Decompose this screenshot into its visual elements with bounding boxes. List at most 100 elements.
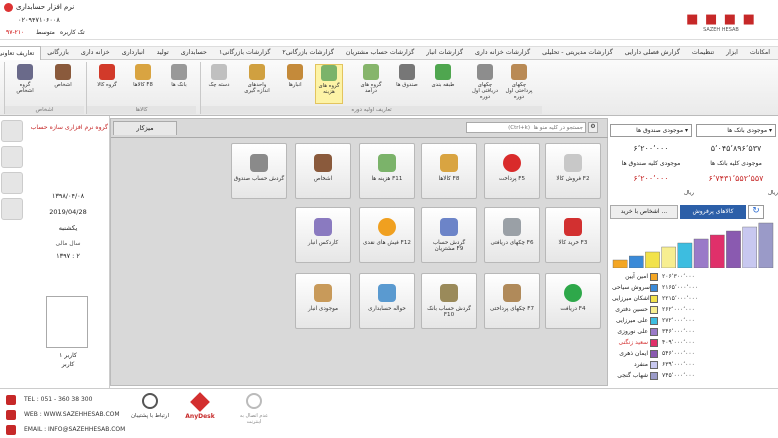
tile-purchase[interactable]: خرید کالا F3 bbox=[545, 207, 601, 263]
tile-sales[interactable]: فروش کالا F2 bbox=[545, 143, 601, 199]
menu-item[interactable]: گزارشات حساب مشتریان bbox=[340, 46, 420, 60]
gear-icon[interactable]: ⚙ bbox=[588, 122, 598, 133]
tile-payment[interactable]: پرداخت F5 bbox=[484, 143, 540, 199]
tile-stock-balance[interactable]: موجودی انبار bbox=[295, 273, 351, 329]
cash-balance-dropdown[interactable]: موجودی صندوق ها ▾ bbox=[610, 124, 692, 137]
legend-name: سروش سیاحی bbox=[612, 284, 650, 291]
headset-icon bbox=[142, 393, 158, 409]
safe-icon bbox=[399, 64, 415, 80]
tile-cash-slips[interactable]: فیش های نقدی F12 bbox=[359, 207, 415, 263]
money-icon[interactable] bbox=[1, 198, 23, 220]
menu-item[interactable]: تولید bbox=[151, 46, 175, 60]
version-code: ۹۷-۲۱۰ bbox=[6, 29, 25, 36]
all-cash-label: موجودی کلیه صندوق ها bbox=[621, 160, 681, 167]
voucher-icon bbox=[378, 284, 396, 302]
support-button[interactable]: ارتباط با پشتیبان bbox=[130, 393, 170, 435]
menu-item[interactable]: بازرگانی bbox=[41, 46, 75, 60]
customers-icon bbox=[440, 218, 458, 236]
tab-top-buyers[interactable]: اشخاص با خرید ... bbox=[610, 205, 678, 219]
refresh-icon[interactable]: ↻ bbox=[748, 205, 764, 219]
chart-bar bbox=[677, 242, 693, 268]
legend-name: اشکان میرزایی bbox=[612, 295, 650, 302]
ribbon-btn-banks[interactable]: بانک ها bbox=[165, 64, 193, 104]
tile-bank-turnover[interactable]: گردش حساب بانک F10 bbox=[421, 273, 477, 329]
ribbon-btn-payable-checks[interactable]: چکهای پرداختی اول دوره bbox=[505, 64, 533, 104]
top-buyers-chart bbox=[612, 222, 774, 268]
ribbon-btn-cashboxes[interactable]: صندوق ها bbox=[393, 64, 421, 104]
gear-icon[interactable] bbox=[1, 120, 23, 142]
tile-customer-turnover[interactable]: گردش حساب مشتریان F9 bbox=[421, 207, 477, 263]
currency-label: ریال bbox=[684, 190, 694, 196]
menu-item[interactable]: امکانات bbox=[744, 46, 776, 60]
tile-paid-checks[interactable]: چکهای پرداختی F7 bbox=[484, 273, 540, 329]
tab-best-selling[interactable]: کالاهای پرفروش bbox=[680, 205, 746, 219]
ribbon-btn-persons[interactable]: اشخاص bbox=[49, 64, 77, 104]
menu-item[interactable]: انبارداری bbox=[116, 46, 151, 60]
ribbon-btn-goods[interactable]: کالاها F8 bbox=[129, 64, 157, 104]
ribbon-btn-goods-group[interactable]: گروه کالا bbox=[93, 64, 121, 104]
brand-name: SAZEH HESAB bbox=[703, 27, 739, 33]
legend-row: شهاب گنجی ۷۴۵٬۰۰۰٬۰۰۰ bbox=[608, 371, 778, 382]
tile-stock-cardex[interactable]: کاردکس انبار bbox=[295, 207, 351, 263]
search-input[interactable] bbox=[466, 122, 586, 133]
internet-status: عدم اتصال به اینترنت bbox=[232, 393, 276, 435]
bank-balance-dropdown[interactable]: موجودی بانک ها ▾ bbox=[696, 124, 776, 137]
menu-item[interactable]: گزارشات انبار bbox=[420, 46, 469, 60]
menu-item[interactable]: گزارشات بازرگانی۱ bbox=[213, 46, 276, 60]
ribbon-group-label: تعاریف اولیه دوره bbox=[201, 106, 542, 114]
all-cash-balance: ۶٬۲۰۰٬۰۰۰ bbox=[633, 174, 669, 183]
menu-item[interactable]: ابزار bbox=[720, 46, 744, 60]
legend-value: ۲۲۱۵٬۰۰۰٬۰۰۰ bbox=[662, 295, 699, 302]
footer-email[interactable]: EMAIL : INFO@SAZEHHESAB.COM bbox=[24, 426, 125, 433]
tab-desk[interactable]: میزکار bbox=[113, 121, 177, 135]
legend-swatch bbox=[650, 295, 658, 303]
cash-balance: ۶٬۲۰۰٬۰۰۰ bbox=[633, 144, 669, 153]
company-name: گروه نرم افزاری سازه حساب bbox=[30, 124, 108, 131]
legend-row: علی نوروزی ۳۴۶٬۰۰۰٬۰۰۰ bbox=[608, 327, 778, 338]
ribbon: چکهای پرداختی اول دوره چکهای دریافتی اول… bbox=[0, 60, 778, 116]
legend-row: سروش سیاحی ۲۱۶۵٬۰۰۰٬۰۰۰ bbox=[608, 283, 778, 294]
tile-expenses[interactable]: هزینه ها F11 bbox=[359, 143, 415, 199]
tile-accounting-voucher[interactable]: حواله حسابداری bbox=[359, 273, 415, 329]
ribbon-btn-receivable-checks[interactable]: چکهای دریافتی اول دوره bbox=[471, 64, 499, 104]
tile-goods[interactable]: کالاها F8 bbox=[421, 143, 477, 199]
footer-web[interactable]: WEB : WWW.SAZEHHESAB.COM bbox=[24, 411, 120, 418]
ribbon-btn-units[interactable]: واحدهای اندازه گیری bbox=[243, 64, 271, 104]
ribbon-btn-person-groups[interactable]: گروه اشخاص bbox=[11, 64, 39, 104]
wrench-icon[interactable] bbox=[1, 146, 23, 168]
tile-cashbox-turnover[interactable]: گردش حساب صندوق bbox=[231, 143, 287, 199]
money-icon bbox=[321, 65, 337, 81]
legend-value: ۲۶۲٬۰۰۰٬۰۰۰ bbox=[662, 306, 695, 313]
anydesk-button[interactable]: AnyDesk bbox=[180, 392, 220, 435]
ribbon-btn-expense-groups[interactable]: گروه های هزینه bbox=[315, 64, 343, 104]
ribbon-btn-classification[interactable]: طبقه بندی bbox=[429, 64, 457, 104]
legend-swatch bbox=[650, 328, 658, 336]
tile-received-checks[interactable]: چکهای دریافتی F6 bbox=[484, 207, 540, 263]
legend-value: ۵۴۶٬۰۰۰٬۰۰۰ bbox=[662, 350, 695, 357]
legend-name: منفرد bbox=[633, 361, 648, 368]
ribbon-btn-income-groups[interactable]: گروه های درآمد bbox=[357, 64, 385, 104]
tile-receipt[interactable]: دریافت F4 bbox=[545, 273, 601, 329]
menu-item[interactable]: گزارشات مدیریتی - تحلیلی bbox=[536, 46, 619, 60]
menu-item[interactable]: گزارشات بازرگانی۲ bbox=[276, 46, 339, 60]
menu-bar: امکانات ابزار تنظیمات گزارش فصلی دارایی … bbox=[0, 46, 778, 60]
tile-persons[interactable]: اشخاص bbox=[295, 143, 351, 199]
legend-swatch bbox=[650, 273, 658, 281]
person-icon bbox=[314, 154, 332, 172]
question-icon bbox=[435, 64, 451, 80]
menu-item[interactable]: گزارشات خزانه داری bbox=[469, 46, 536, 60]
legend-swatch bbox=[650, 284, 658, 292]
ribbon-btn-warehouses[interactable]: انبارها bbox=[281, 64, 309, 104]
menu-item-active[interactable]: تعاریف تعاونی bbox=[0, 46, 42, 60]
checkbook-icon bbox=[211, 64, 227, 80]
globe-icon bbox=[6, 410, 16, 420]
menu-item[interactable]: حسابداری bbox=[175, 46, 213, 60]
ribbon-btn-checkbooks[interactable]: دسته چک bbox=[205, 64, 233, 104]
menu-item[interactable]: خزانه داری bbox=[75, 46, 116, 60]
menu-item[interactable]: گزارش فصلی دارایی bbox=[619, 46, 686, 60]
chart-legend: امین آیین ۲۰۶٬۳۰۰٬۰۰۰ سروش سیاحی ۲۱۶۵٬۰۰۰٬۰… bbox=[608, 272, 778, 386]
lightbulb-icon[interactable] bbox=[1, 172, 23, 194]
legend-value: ۷۴۵٬۰۰۰٬۰۰۰ bbox=[662, 372, 695, 379]
check-icon bbox=[503, 218, 521, 236]
menu-item[interactable]: تنظیمات bbox=[686, 46, 720, 60]
